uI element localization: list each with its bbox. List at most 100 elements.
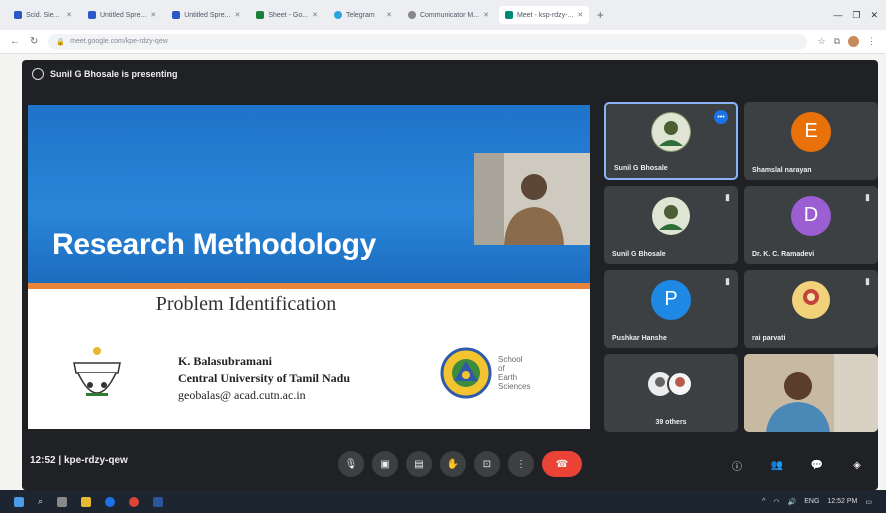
earth-sciences-emblem-icon bbox=[440, 347, 492, 399]
close-window-icon[interactable]: ✕ bbox=[870, 10, 878, 21]
task-view-icon[interactable] bbox=[57, 496, 68, 507]
browser-tab[interactable]: Untitled Spre... ✕ bbox=[82, 6, 162, 24]
participant-photo-avatar bbox=[791, 280, 831, 320]
self-view-tile[interactable] bbox=[744, 354, 878, 432]
author-email: geobalas@ acad.cutn.ac.in bbox=[178, 388, 306, 402]
mic-off-icon: ▮ bbox=[865, 276, 870, 286]
participant-avatar: D bbox=[791, 195, 831, 236]
favicon-icon bbox=[88, 11, 96, 19]
participant-tile[interactable]: ▮ Sunil G Bhosale bbox=[604, 186, 738, 264]
volume-icon[interactable]: 🔊 bbox=[788, 498, 797, 506]
browser-tab[interactable]: Untitled Spre... ✕ bbox=[166, 6, 246, 24]
language-indicator[interactable]: ENG bbox=[804, 498, 819, 505]
start-icon[interactable] bbox=[14, 496, 24, 507]
network-icon[interactable]: ◠ bbox=[773, 498, 779, 506]
browser-tab-active[interactable]: Meet - ksp-rdzy-... ✕ bbox=[498, 6, 590, 24]
chrome-icon[interactable] bbox=[129, 496, 140, 507]
close-tab-icon[interactable]: ✕ bbox=[235, 11, 241, 19]
participant-name: Sunil G Bhosale bbox=[612, 251, 666, 258]
captions-button[interactable]: ▤ bbox=[406, 451, 432, 477]
slide-title: Research Methodology bbox=[52, 228, 377, 261]
presenter-camera-video bbox=[474, 153, 590, 245]
word-icon[interactable] bbox=[153, 496, 164, 507]
school-logo: School of Earth Sciences bbox=[440, 345, 560, 401]
file-explorer-icon[interactable] bbox=[81, 496, 92, 507]
meet-favicon-icon bbox=[504, 11, 513, 19]
clock[interactable]: 12:52 PM bbox=[827, 498, 857, 505]
university-logo-icon bbox=[73, 347, 121, 396]
browser-tab[interactable]: Telegram ✕ bbox=[328, 6, 398, 24]
presenter-person-icon bbox=[474, 153, 590, 245]
present-icon bbox=[32, 68, 44, 80]
close-tab-icon[interactable]: ✕ bbox=[483, 11, 489, 19]
favicon-icon bbox=[407, 11, 416, 19]
reload-icon[interactable]: ↻ bbox=[30, 36, 38, 47]
maximize-icon[interactable]: ❐ bbox=[852, 10, 860, 21]
new-tab-icon[interactable]: + bbox=[593, 8, 607, 22]
bookmark-icon[interactable]: ☆ bbox=[817, 36, 825, 47]
close-tab-icon[interactable]: ✕ bbox=[312, 11, 318, 19]
participant-tile[interactable]: ••• Sunil G Bhosale bbox=[604, 102, 738, 180]
url-actions: ☆ ⧉ ⋮ bbox=[817, 36, 876, 47]
meet-window: Sunil G Bhosale is presenting Research M… bbox=[22, 60, 878, 490]
more-options-button[interactable]: ⋮ bbox=[508, 451, 534, 477]
tab-label: Sheet - Go... bbox=[268, 11, 309, 19]
extensions-icon[interactable]: ⧉ bbox=[834, 36, 840, 47]
menu-icon[interactable]: ⋮ bbox=[867, 36, 876, 47]
slide-subtitle: Problem Identification bbox=[155, 293, 337, 315]
browser-tab[interactable]: Sheet - Go... ✕ bbox=[250, 6, 324, 24]
participant-name: Pushkar Hanshe bbox=[612, 335, 667, 342]
person-icon bbox=[652, 196, 690, 235]
edge-icon[interactable] bbox=[105, 496, 116, 507]
back-icon[interactable]: ← bbox=[10, 36, 20, 47]
leave-call-button[interactable]: ☎ bbox=[542, 451, 582, 477]
screen: Scid. Sie... ✕ Untitled Spre... ✕ Untitled… bbox=[0, 0, 886, 513]
windows-taskbar: ⌕ ^ ◠ 🔊 ENG 12:52 PM ▭ bbox=[0, 490, 886, 513]
close-tab-icon[interactable]: ✕ bbox=[66, 11, 72, 19]
window-controls: — ❐ ✕ bbox=[833, 10, 878, 21]
close-tab-icon[interactable]: ✕ bbox=[150, 11, 156, 19]
tray-arrow-icon[interactable]: ^ bbox=[762, 498, 765, 505]
meeting-details-button[interactable]: ⓘ bbox=[724, 452, 750, 478]
tab-label: Communicator M... bbox=[419, 11, 480, 19]
url-input[interactable]: 🔒 meet.google.com/kpe-rdzy-qew bbox=[48, 33, 808, 50]
meeting-control-bar: 12:52 | kpe-rdzy-qew 🎙 ▣ ▤ ✋ ⊡ ⋮ ☎ ⓘ 👥 💬… bbox=[22, 440, 878, 490]
participant-name: rai parvati bbox=[752, 335, 786, 342]
participant-tile[interactable]: E Shamslal narayan bbox=[744, 102, 878, 180]
present-now-button[interactable]: ⊡ bbox=[474, 451, 500, 477]
participant-tile[interactable]: P ▮ Pushkar Hanshe bbox=[604, 270, 738, 348]
raise-hand-button[interactable]: ✋ bbox=[440, 451, 466, 477]
url-text: meet.google.com/kpe-rdzy-qew bbox=[70, 38, 168, 45]
activities-button[interactable]: ◈ bbox=[844, 452, 870, 478]
participant-tile[interactable]: ▮ rai parvati bbox=[744, 270, 878, 348]
author-name: K. Balasubramani bbox=[178, 354, 273, 368]
person-icon bbox=[652, 113, 690, 152]
microphone-button[interactable]: 🎙 bbox=[338, 451, 364, 477]
others-count: 39 others bbox=[655, 419, 687, 426]
camera-button[interactable]: ▣ bbox=[372, 451, 398, 477]
participant-tile[interactable]: D ▮ Dr. K. C. Ramadevi bbox=[744, 186, 878, 264]
close-tab-icon[interactable]: ✕ bbox=[386, 11, 392, 19]
others-tile[interactable]: 39 others bbox=[604, 354, 738, 432]
self-camera-person-icon bbox=[744, 354, 878, 432]
search-icon[interactable]: ⌕ bbox=[38, 496, 43, 507]
chat-button[interactable]: 💬 bbox=[804, 452, 830, 478]
favicon-icon bbox=[333, 11, 342, 19]
people-button[interactable]: 👥 bbox=[764, 452, 790, 478]
speaking-indicator-icon: ••• bbox=[714, 110, 728, 124]
browser-tab[interactable]: Scid. Sie... ✕ bbox=[8, 6, 78, 24]
minimize-icon[interactable]: — bbox=[833, 10, 842, 21]
profile-icon[interactable] bbox=[848, 36, 859, 47]
author-block: K. Balasubramani Central University of T… bbox=[178, 353, 350, 404]
notifications-icon[interactable]: ▭ bbox=[865, 498, 872, 506]
close-tab-icon[interactable]: ✕ bbox=[577, 11, 583, 19]
tab-label: Telegram bbox=[345, 11, 375, 19]
participant-photo-avatar bbox=[651, 196, 691, 236]
side-panel-controls: ⓘ 👥 💬 ◈ bbox=[724, 452, 870, 478]
shared-slide: Research Methodology Problem Identificat… bbox=[28, 105, 590, 429]
author-org: Central University of Tamil Nadu bbox=[178, 371, 351, 385]
browser-tab[interactable]: Communicator M... ✕ bbox=[402, 6, 495, 24]
deity-photo-icon bbox=[792, 280, 830, 319]
participant-avatar: E bbox=[791, 111, 831, 152]
group-avatars-icon bbox=[648, 370, 693, 397]
